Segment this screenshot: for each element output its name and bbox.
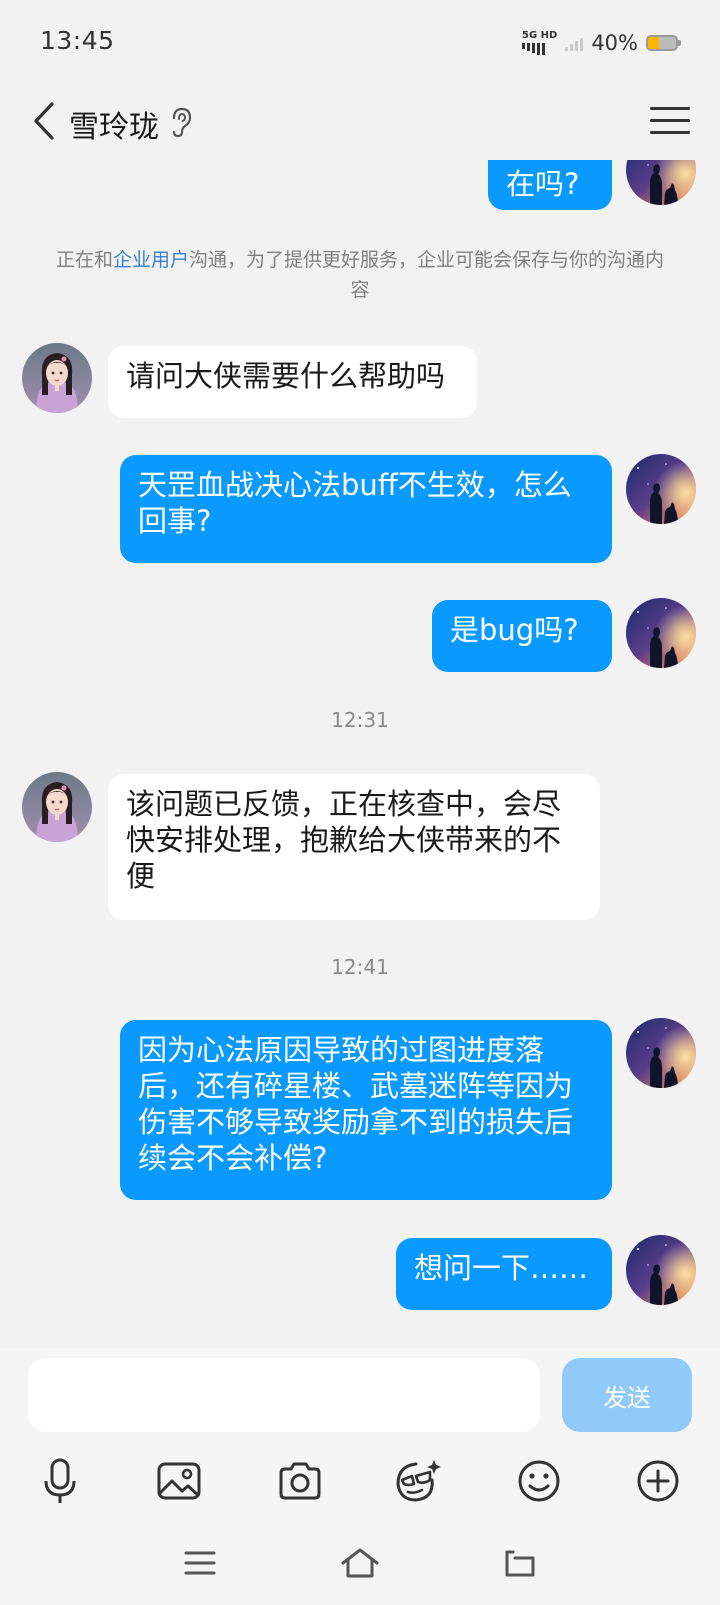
message-input[interactable] <box>28 1358 540 1432</box>
recent-apps-button[interactable] <box>175 1543 225 1583</box>
sticker-icon[interactable] <box>390 1453 446 1509</box>
menu-icon <box>650 106 690 110</box>
data-activity-icon <box>521 43 545 55</box>
menu-button[interactable] <box>650 98 690 142</box>
network-label: 5G HD <box>521 30 558 41</box>
message-text: 是bug吗? <box>450 613 579 647</box>
message-bubble-outgoing[interactable]: 天罡血战决心法buff不生效，怎么回事? <box>120 455 612 563</box>
user-avatar[interactable] <box>626 454 696 524</box>
chat-header: 雪玲珑 <box>0 82 720 160</box>
microphone-icon[interactable] <box>32 1453 88 1509</box>
timestamp: 12:41 <box>331 955 389 979</box>
camera-icon[interactable] <box>272 1453 328 1509</box>
chat-title[interactable]: 雪玲珑 <box>69 102 159 146</box>
message-text: 请问大侠需要什么帮助吗 <box>126 359 446 393</box>
message-bubble-outgoing[interactable]: 因为心法原因导致的过图进度落后，还有碎星楼、武墓迷阵等因为伤害不够导致奖励拿不到… <box>120 1020 612 1200</box>
image-icon[interactable] <box>151 1453 207 1509</box>
message-bubble-incoming[interactable]: 该问题已反馈，正在核查中，会尽快安排处理，抱歉给大侠带来的不便 <box>108 774 600 920</box>
signal-icon <box>565 35 584 51</box>
user-avatar[interactable] <box>626 1235 696 1305</box>
status-time: 13:45 <box>40 26 115 55</box>
user-avatar[interactable] <box>626 598 696 668</box>
message-bubble-outgoing[interactable]: 是bug吗? <box>432 600 612 672</box>
home-icon <box>341 1548 379 1578</box>
user-avatar[interactable] <box>626 1018 696 1088</box>
message-bubble-outgoing[interactable]: 在吗? <box>488 160 612 210</box>
message-text: 想问一下…… <box>414 1251 589 1285</box>
message-bubble-incoming[interactable]: 请问大侠需要什么帮助吗 <box>108 346 477 418</box>
plus-icon[interactable] <box>630 1453 686 1509</box>
enterprise-user-link[interactable]: 企业用户 <box>113 249 189 271</box>
battery-icon <box>646 35 681 51</box>
menu-lines-icon <box>184 1551 216 1575</box>
chat-area[interactable]: 在吗? 正在和企业用户沟通，为了提供更好服务，企业可能会保存与你的沟通内容 请问… <box>0 160 720 1348</box>
back-arrow-icon <box>34 102 54 140</box>
agent-avatar[interactable] <box>22 772 92 842</box>
timestamp: 12:31 <box>331 708 389 732</box>
ear-icon[interactable] <box>169 106 193 138</box>
system-notice: 正在和企业用户沟通，为了提供更好服务，企业可能会保存与你的沟通内容 <box>55 249 665 301</box>
status-bar: 13:45 5G HD 40% <box>0 0 720 82</box>
system-navigation-bar <box>0 1543 720 1593</box>
agent-avatar[interactable] <box>22 343 92 413</box>
message-text: 在吗? <box>506 167 580 201</box>
input-area: 发送 <box>0 1348 720 1605</box>
emoji-icon[interactable] <box>511 1453 567 1509</box>
user-avatar[interactable] <box>626 160 696 205</box>
battery-percent: 40% <box>591 31 638 55</box>
return-icon <box>505 1550 535 1577</box>
message-text: 天罡血战决心法buff不生效，怎么回事? <box>138 468 572 538</box>
network-indicator: 5G HD <box>521 30 558 55</box>
home-button[interactable] <box>335 1543 385 1583</box>
back-nav-button[interactable] <box>495 1543 545 1583</box>
message-text: 因为心法原因导致的过图进度落后，还有碎星楼、武墓迷阵等因为伤害不够导致奖励拿不到… <box>138 1033 574 1175</box>
send-button[interactable]: 发送 <box>562 1358 692 1432</box>
message-bubble-outgoing[interactable]: 想问一下…… <box>396 1238 612 1310</box>
message-text: 该问题已反馈，正在核查中，会尽快安排处理，抱歉给大侠带来的不便 <box>126 787 562 893</box>
back-button[interactable] <box>22 96 66 146</box>
toolbar <box>0 1453 720 1513</box>
status-icons: 5G HD 40% <box>521 28 681 58</box>
